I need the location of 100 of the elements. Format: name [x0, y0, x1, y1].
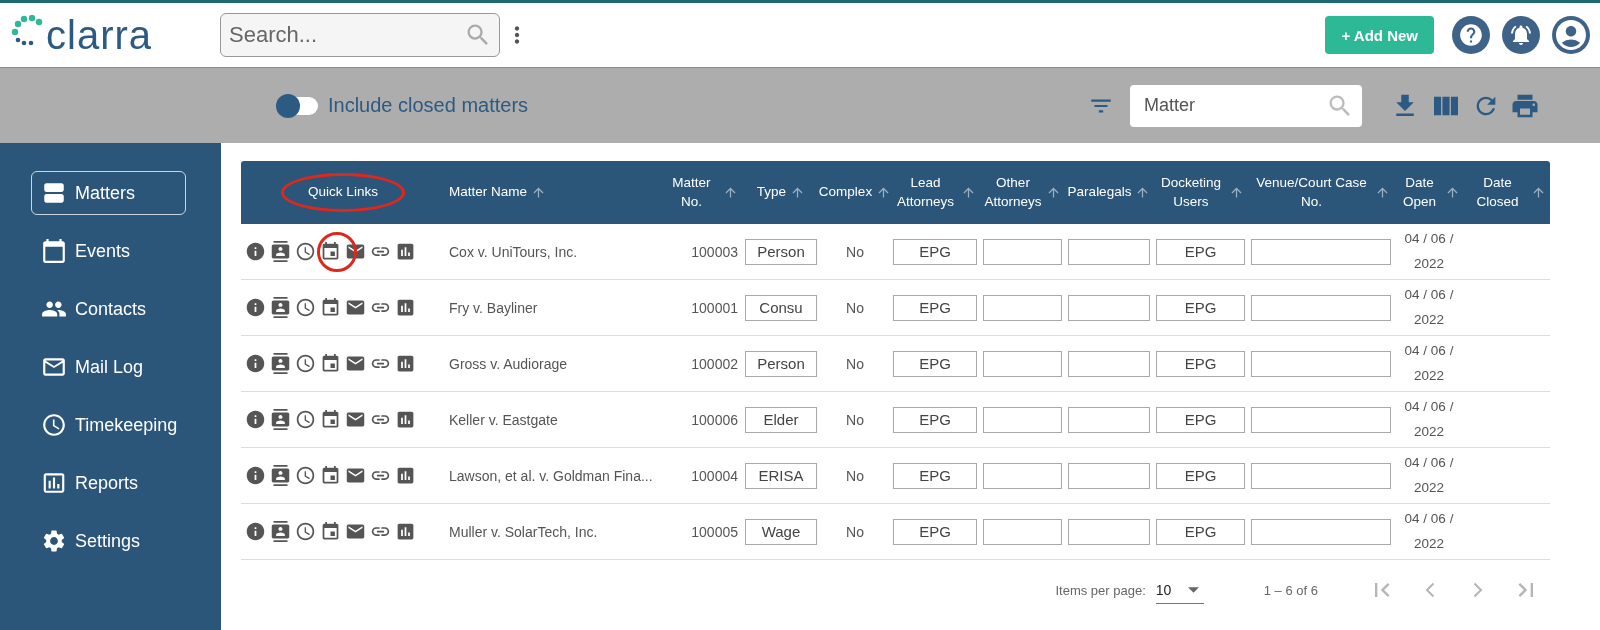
sidebar-item[interactable]: Mail Log	[31, 345, 186, 389]
input-field[interactable]	[1068, 294, 1150, 321]
sidebar-item[interactable]: Events	[31, 229, 186, 273]
contact-card-icon[interactable]	[270, 409, 291, 430]
column-header[interactable]: Other Attorneys	[984, 174, 1042, 211]
sort-arrow-icon[interactable]	[1375, 185, 1390, 200]
sidebar-item[interactable]: Contacts	[31, 287, 186, 331]
input-field[interactable]: EPG	[1156, 238, 1245, 265]
sidebar-item[interactable]: Settings	[31, 519, 186, 563]
input-field[interactable]	[983, 350, 1062, 377]
help-icon[interactable]	[1452, 16, 1490, 54]
sort-arrow-icon[interactable]	[790, 185, 806, 200]
input-field[interactable]: Wage	[745, 518, 817, 545]
clock-icon[interactable]	[295, 353, 316, 374]
sort-arrow-icon[interactable]	[1445, 185, 1460, 200]
input-field[interactable]: EPG	[893, 518, 977, 545]
input-field[interactable]	[983, 462, 1062, 489]
calendar-icon[interactable]	[320, 241, 341, 262]
matter-name[interactable]: Fry v. Bayliner	[445, 299, 660, 316]
clock-icon[interactable]	[295, 465, 316, 486]
column-header[interactable]: Matter Name	[449, 183, 528, 202]
column-header[interactable]: Date Open	[1398, 174, 1441, 211]
chart-icon[interactable]	[395, 521, 416, 542]
contact-card-icon[interactable]	[270, 521, 291, 542]
input-field[interactable]	[1068, 406, 1150, 433]
chart-icon[interactable]	[395, 409, 416, 430]
contact-card-icon[interactable]	[270, 353, 291, 374]
clock-icon[interactable]	[295, 521, 316, 542]
sort-arrow-icon[interactable]	[1135, 185, 1151, 200]
toggle-switch[interactable]	[278, 96, 318, 115]
matter-name[interactable]: Gross v. Audiorage	[445, 355, 660, 372]
info-icon[interactable]	[245, 409, 266, 430]
input-field[interactable]	[1251, 350, 1391, 377]
chart-icon[interactable]	[395, 353, 416, 374]
input-field[interactable]	[983, 518, 1062, 545]
contact-card-icon[interactable]	[270, 465, 291, 486]
sidebar-item[interactable]: Timekeeping	[31, 403, 186, 447]
chart-icon[interactable]	[395, 241, 416, 262]
column-header[interactable]: Complex	[818, 183, 873, 202]
contact-card-icon[interactable]	[270, 297, 291, 318]
column-header[interactable]: Paralegals	[1067, 183, 1132, 202]
matter-name[interactable]: Lawson, et al. v. Goldman Fina...	[445, 467, 660, 484]
input-field[interactable]	[983, 238, 1062, 265]
sort-arrow-icon[interactable]	[723, 185, 738, 200]
matter-name[interactable]: Keller v. Eastgate	[445, 411, 660, 428]
sort-arrow-icon[interactable]	[1229, 185, 1244, 200]
sort-arrow-icon[interactable]	[531, 185, 547, 200]
input-field[interactable]: EPG	[1156, 294, 1245, 321]
input-field[interactable]	[983, 406, 1062, 433]
input-field[interactable]: EPG	[1156, 518, 1245, 545]
info-icon[interactable]	[245, 297, 266, 318]
column-header[interactable]: Venue/Court Case No.	[1252, 174, 1371, 211]
input-field[interactable]	[1251, 518, 1391, 545]
input-field[interactable]	[1068, 462, 1150, 489]
calendar-icon[interactable]	[320, 353, 341, 374]
input-field[interactable]: EPG	[893, 294, 977, 321]
input-field[interactable]: EPG	[1156, 462, 1245, 489]
input-field[interactable]	[1068, 518, 1150, 545]
chart-icon[interactable]	[395, 297, 416, 318]
sort-arrow-icon[interactable]	[876, 185, 892, 200]
search-field[interactable]: Search...	[220, 13, 500, 57]
bell-icon[interactable]	[1502, 16, 1540, 54]
input-field[interactable]: EPG	[1156, 406, 1245, 433]
info-icon[interactable]	[245, 353, 266, 374]
column-header[interactable]: Docketing Users	[1157, 174, 1225, 211]
sort-arrow-icon[interactable]	[961, 185, 976, 200]
input-field[interactable]: EPG	[1156, 350, 1245, 377]
calendar-icon[interactable]	[320, 297, 341, 318]
input-field[interactable]: Person	[745, 238, 817, 265]
matter-name[interactable]: Cox v. UniTours, Inc.	[445, 243, 660, 260]
column-header[interactable]: Matter No.	[664, 174, 719, 211]
calendar-icon[interactable]	[320, 409, 341, 430]
page-size-select[interactable]: 10	[1155, 576, 1204, 604]
input-field[interactable]	[1068, 238, 1150, 265]
input-field[interactable]: ERISA	[745, 462, 817, 489]
input-field[interactable]	[1251, 238, 1391, 265]
input-field[interactable]: Person	[745, 350, 817, 377]
info-icon[interactable]	[245, 521, 266, 542]
input-field[interactable]: EPG	[893, 350, 977, 377]
input-field[interactable]	[1251, 406, 1391, 433]
info-icon[interactable]	[245, 465, 266, 486]
input-field[interactable]: EPG	[893, 462, 977, 489]
clock-icon[interactable]	[295, 409, 316, 430]
column-header[interactable]: Lead Attorneys	[894, 174, 957, 211]
clock-icon[interactable]	[295, 297, 316, 318]
input-field[interactable]	[983, 294, 1062, 321]
calendar-icon[interactable]	[320, 521, 341, 542]
input-field[interactable]: Elder	[745, 406, 817, 433]
input-field[interactable]	[1251, 462, 1391, 489]
sort-arrow-icon[interactable]	[1531, 185, 1546, 200]
clock-icon[interactable]	[295, 241, 316, 262]
column-header[interactable]: Date Closed	[1468, 174, 1527, 211]
contact-card-icon[interactable]	[270, 241, 291, 262]
input-field[interactable]: EPG	[893, 238, 977, 265]
info-icon[interactable]	[245, 241, 266, 262]
calendar-icon[interactable]	[320, 465, 341, 486]
account-icon[interactable]	[1552, 16, 1590, 54]
input-field[interactable]	[1251, 294, 1391, 321]
sidebar-item[interactable]: Matters	[31, 171, 186, 215]
input-field[interactable]: EPG	[893, 406, 977, 433]
